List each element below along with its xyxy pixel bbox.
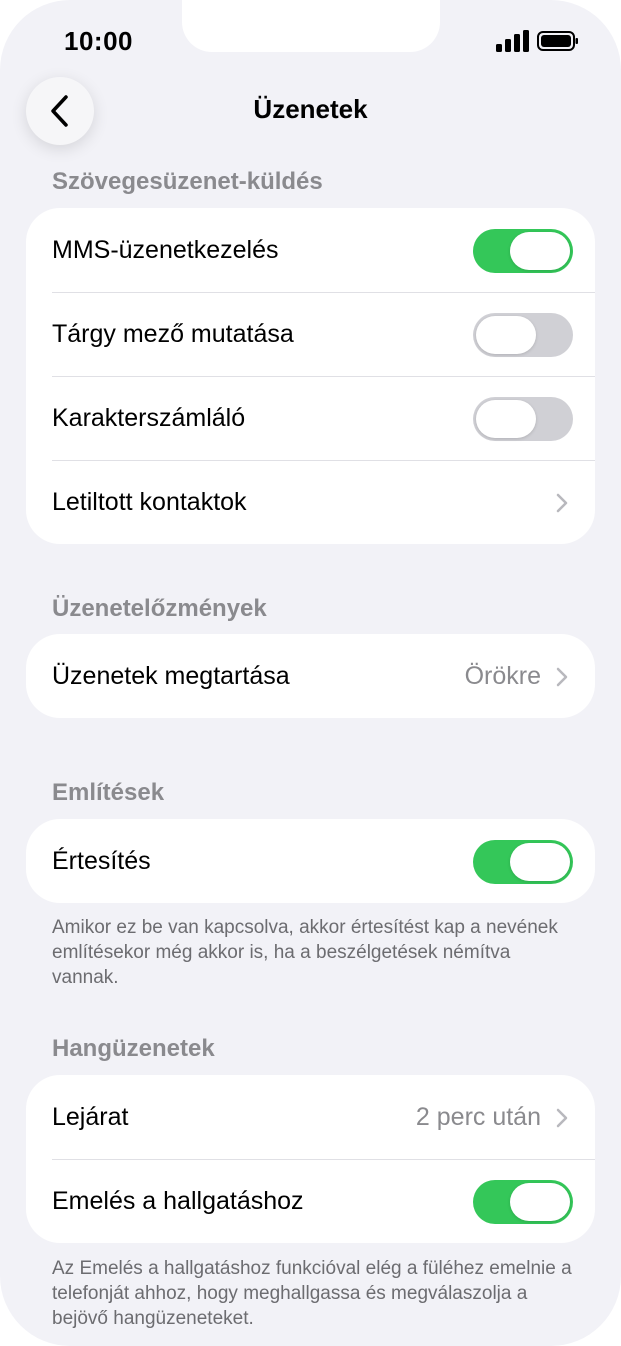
row-character-count: Karakterszámláló [26,376,595,460]
section-header-audio-messages: Hangüzenetek [52,1035,215,1062]
expire-label: Lejárat [52,1103,129,1131]
texting-settings-card: MMS-üzenetkezelés Tárgy mező mutatása Ka… [26,208,595,544]
toggle-knob [510,232,570,270]
subject-field-label: Tárgy mező mutatása [52,320,294,348]
row-notify-me: Értesítés [26,819,595,903]
row-blocked-contacts[interactable]: Letiltott kontaktok [26,460,595,544]
cellular-signal-icon [496,30,529,52]
phone-screen: 10:00 Üzenetek Szövegesüzenet-küldés MMS… [0,0,621,1346]
toggle-knob [510,1183,570,1221]
row-subject-field: Tárgy mező mutatása [26,292,595,376]
section-header-texting: Szövegesüzenet-küldés [52,168,323,195]
mentions-footnote: Amikor ez be van kapcsolva, akkor értesí… [52,917,558,988]
history-settings-card: Üzenetek megtartása Örökre [26,634,595,718]
section-header-history: Üzenetelőzmények [52,595,267,622]
keep-messages-label: Üzenetek megtartása [52,662,290,690]
row-keep-messages[interactable]: Üzenetek megtartása Örökre [26,634,595,718]
expire-value: 2 perc után [415,1103,541,1131]
audio-settings-card: Lejárat 2 perc után Emelés a hallgatásho… [26,1075,595,1243]
chevron-right-icon [556,493,568,513]
keep-messages-value: Örökre [464,662,541,690]
battery-icon [537,31,578,51]
toggle-knob [476,316,536,354]
row-expire[interactable]: Lejárat 2 perc után [26,1075,595,1159]
blocked-contacts-label: Letiltott kontaktok [52,488,247,516]
row-raise-to-listen: Emelés a hallgatáshoz [26,1159,595,1243]
character-count-label: Karakterszámláló [52,404,246,432]
subject-field-toggle[interactable] [473,313,573,357]
mms-label: MMS-üzenetkezelés [52,236,279,264]
audio-footnote: Az Emelés a hallgatáshoz funkcióval elég… [52,1258,572,1329]
toggle-knob [476,400,536,438]
raise-to-listen-label: Emelés a hallgatáshoz [52,1187,304,1215]
mentions-settings-card: Értesítés [26,819,595,903]
page-title: Üzenetek [253,94,368,124]
section-header-mentions: Említések [52,779,165,806]
row-mms: MMS-üzenetkezelés [26,208,595,292]
toggle-knob [510,843,570,881]
chevron-right-icon [556,1108,568,1128]
mms-toggle[interactable] [473,229,573,273]
raise-to-listen-toggle[interactable] [473,1180,573,1224]
dynamic-island-notch [182,0,440,52]
character-count-toggle[interactable] [473,397,573,441]
notify-me-label: Értesítés [52,847,151,875]
notify-me-toggle[interactable] [473,840,573,884]
status-time: 10:00 [64,26,133,56]
chevron-right-icon [556,667,568,687]
